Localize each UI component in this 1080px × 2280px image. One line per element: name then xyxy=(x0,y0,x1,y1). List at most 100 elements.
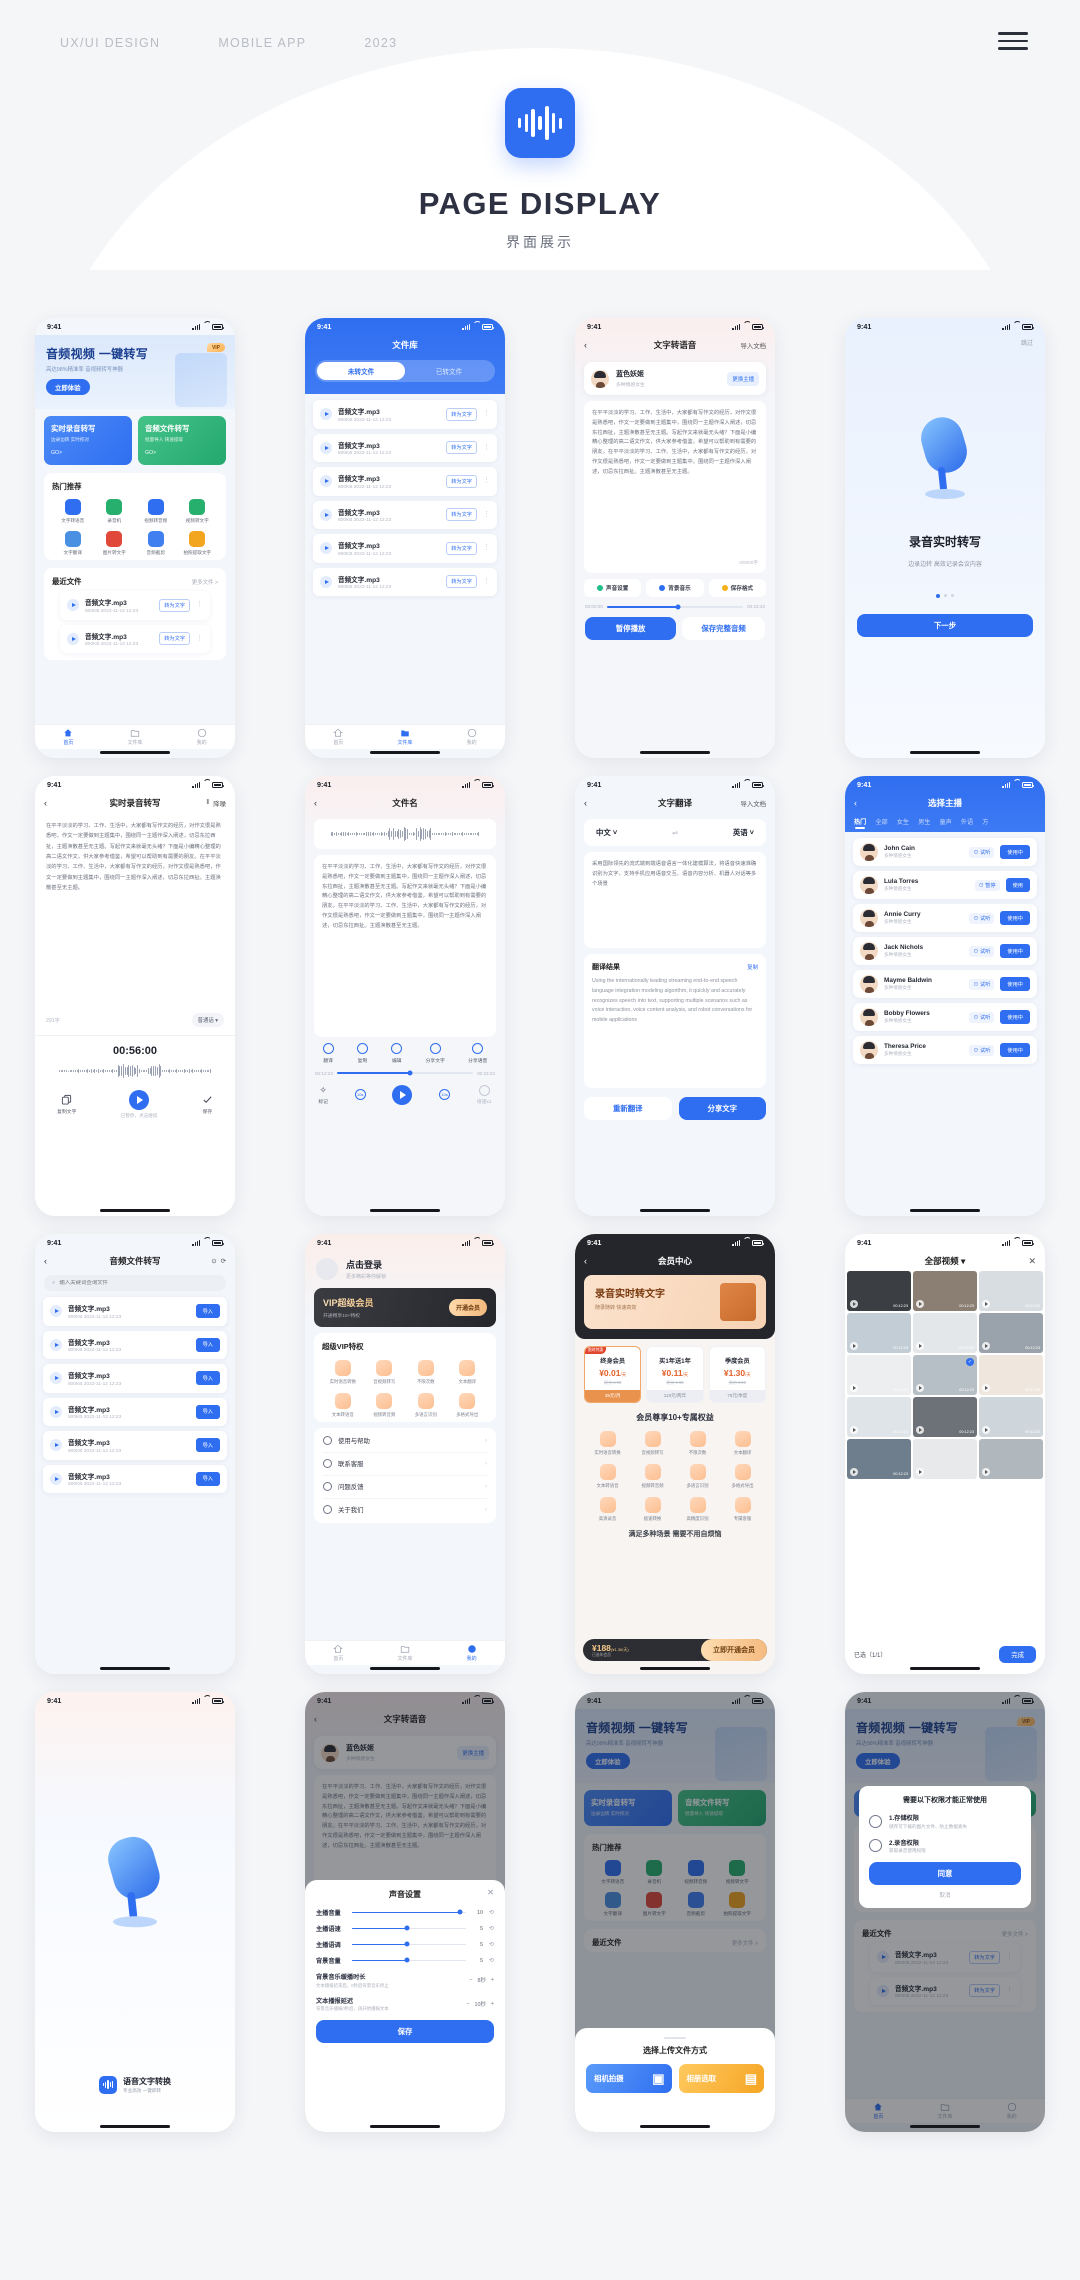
row-action-button[interactable]: 导入 xyxy=(196,1472,220,1486)
play-icon[interactable] xyxy=(50,1406,62,1418)
use-button[interactable]: 使用中 xyxy=(1000,845,1030,859)
menu-item[interactable]: 问题反馈 › xyxy=(323,1476,487,1499)
use-button[interactable]: 使用中 xyxy=(1000,944,1030,958)
tool-item[interactable]: 文字转语音 xyxy=(52,499,94,524)
voice-tab-3[interactable]: 男生 xyxy=(918,817,930,826)
reset-icon[interactable]: ⟲ xyxy=(489,1925,494,1932)
retranslate-button[interactable]: 重新翻译 xyxy=(584,1097,672,1120)
table-row[interactable]: 音频文字.mp3 800KB 2022-11-12 12:23 导入 xyxy=(43,1297,227,1326)
close-x-icon[interactable]: ✕ xyxy=(1028,1256,1036,1267)
table-row[interactable]: 音频文字.mp3 800KB 2022-11-12 12:23 导入 xyxy=(43,1398,227,1427)
video-thumb[interactable]: 00:12:23 xyxy=(979,1355,1043,1395)
tool-item[interactable]: 文字翻译 xyxy=(52,531,94,556)
question-circle-icon[interactable]: ⊙ xyxy=(211,1257,216,1265)
forward-10s-button[interactable]: 10s xyxy=(439,1089,450,1100)
table-row[interactable]: 音频文字.mp3 800KB 2022-11-12 12:23 转为文字 ⋮ xyxy=(313,501,497,530)
back-button[interactable]: ‹ xyxy=(584,798,587,808)
use-button[interactable]: 使用中 xyxy=(1000,911,1030,925)
back-button[interactable]: ‹ xyxy=(314,1714,317,1724)
table-row[interactable]: 音频文字.mp3 800KB 2022-11-12 12:23 导入 xyxy=(43,1431,227,1460)
row-action-button[interactable]: 转为文字 xyxy=(159,599,190,612)
use-button[interactable]: 使用中 xyxy=(1000,1010,1030,1024)
list-item[interactable]: Theresa Price 多种情感女生 ⊙ 试听 使用中 xyxy=(853,1036,1037,1064)
reset-icon[interactable]: ⟲ xyxy=(489,1909,494,1916)
play-icon[interactable] xyxy=(50,1305,62,1317)
back-button[interactable]: ‹ xyxy=(44,798,47,808)
speaker-card[interactable]: 蓝色妖姬 多种情感女生 更换主播 xyxy=(584,362,766,395)
open-vip-button[interactable]: 开通会员 xyxy=(449,1299,487,1316)
tab-files[interactable]: 文件库 xyxy=(102,725,169,749)
tab-home[interactable]: 首页 xyxy=(305,1641,372,1665)
tool-item[interactable]: 视频转文字 xyxy=(177,499,219,524)
play-icon[interactable] xyxy=(67,633,79,645)
action-编辑[interactable]: 编辑 xyxy=(391,1043,402,1064)
slider-row[interactable]: 主播语速 5 ⟲ xyxy=(316,1924,494,1933)
opt-bg-music[interactable]: 背景音乐 xyxy=(646,579,703,597)
save-audio-button[interactable]: 保存完整音频 xyxy=(682,617,765,640)
table-row[interactable]: 音频文字.mp3 800KB 2022-11-12 12:23 转为文字 ⋮ xyxy=(313,400,497,429)
trial-button[interactable]: ⊙ 试听 xyxy=(969,1045,994,1056)
tool-item[interactable]: 拍照提取文字 xyxy=(177,531,219,556)
back-button[interactable]: ‹ xyxy=(44,1256,47,1266)
plan-card[interactable]: 买1年送1年 ¥0.11/天 原价￥99 119元/两年 xyxy=(646,1346,703,1403)
refresh-icon[interactable]: ⟳ xyxy=(221,1257,226,1265)
more-options-icon[interactable]: ⋮ xyxy=(483,546,490,550)
video-thumb[interactable] xyxy=(979,1439,1043,1479)
video-thumb[interactable]: 00:12:23 xyxy=(847,1313,911,1353)
video-thumb[interactable]: 00:12:23 xyxy=(847,1439,911,1479)
row-action-button[interactable]: 导入 xyxy=(196,1338,220,1352)
play-icon[interactable] xyxy=(320,542,332,554)
tab-files[interactable]: 文件库 xyxy=(372,725,439,749)
sheet-handle[interactable] xyxy=(664,2037,686,2039)
row-action-button[interactable]: 转为文字 xyxy=(446,508,477,521)
album-pick-button[interactable]: 相册选取 ▤ xyxy=(679,2064,765,2093)
trial-button[interactable]: ⊙ 试听 xyxy=(969,979,994,990)
slider-row[interactable]: 主播音量 10 ⟲ xyxy=(316,1908,494,1917)
more-options-icon[interactable]: ⋮ xyxy=(483,446,490,450)
tts-text-area[interactable]: 在平平淡淡的学习、工作、生活中，大家都有写作文的经历，对作文很是熟悉吧，作文一定… xyxy=(584,401,766,573)
voice-tab-1[interactable]: 全部 xyxy=(875,817,887,826)
more-options-icon[interactable]: ⋮ xyxy=(483,412,490,416)
denoise-button[interactable]: ⫴ 降噪 xyxy=(207,799,226,808)
voice-tab-0[interactable]: 热门 xyxy=(854,817,866,826)
import-doc-button[interactable]: 导入文档 xyxy=(740,341,766,350)
tab-mine[interactable]: 我的 xyxy=(438,725,505,749)
vip-banner[interactable]: VIP超级会员 开通畅享10+特权 开通会员 xyxy=(314,1288,496,1327)
voice-tab-6[interactable]: 方 xyxy=(982,817,988,826)
video-thumb[interactable]: ✓ 00:12:23 xyxy=(913,1355,977,1395)
next-button[interactable]: 下一步 xyxy=(857,614,1033,637)
speed-button[interactable]: 倍速x1 xyxy=(477,1085,492,1106)
more-options-icon[interactable]: ⋮ xyxy=(483,513,490,517)
tool-item[interactable]: 音频截剪 xyxy=(135,531,177,556)
more-files-link[interactable]: 更多文件 > xyxy=(192,578,218,586)
row-action-button[interactable]: 导入 xyxy=(196,1371,220,1385)
back-button[interactable]: ‹ xyxy=(314,798,317,808)
row-action-button[interactable]: 转为文字 xyxy=(446,475,477,488)
reset-icon[interactable]: ⟲ xyxy=(489,1941,494,1948)
back-button[interactable]: ‹ xyxy=(854,798,857,808)
open-member-button[interactable]: 立即开通会员 xyxy=(701,1639,767,1661)
modal-overlay[interactable] xyxy=(845,1692,1045,2132)
list-item[interactable]: Annie Curry 多种情感女生 ⊙ 试听 使用中 xyxy=(853,904,1037,932)
list-item[interactable]: John Cain 多种情感女生 ⊙ 试听 使用中 xyxy=(853,838,1037,866)
increment-button[interactable]: + xyxy=(491,1977,494,1983)
playback-slider[interactable]: 00:12:23 00:23:23 xyxy=(315,1071,495,1076)
video-thumb[interactable]: 00:12:23 xyxy=(847,1355,911,1395)
save-button[interactable]: 保存 xyxy=(202,1094,213,1115)
action-分享文字[interactable]: 分享文字 xyxy=(426,1043,445,1064)
menu-item[interactable]: 联系客服 › xyxy=(323,1453,487,1476)
row-action-button[interactable]: 导入 xyxy=(196,1405,220,1419)
table-row[interactable]: 音频文字.mp3 800KB 2022-11-12 12:23 导入 xyxy=(43,1331,227,1360)
tool-item[interactable]: 图片转文字 xyxy=(94,531,136,556)
more-options-icon[interactable]: ⋮ xyxy=(483,580,490,584)
voice-tab-4[interactable]: 童声 xyxy=(940,817,952,826)
row-action-button[interactable]: 转为文字 xyxy=(446,575,477,588)
tab-mine[interactable]: 我的 xyxy=(168,725,235,749)
lang-from-select[interactable]: 中文 ˅ xyxy=(596,827,617,838)
close-icon[interactable]: ✕ xyxy=(487,1888,494,1897)
share-text-button[interactable]: 分享文字 xyxy=(679,1097,767,1120)
opt-save-format[interactable]: 保存格式 xyxy=(709,579,766,597)
slider-row[interactable]: 主播语调 5 ⟲ xyxy=(316,1940,494,1949)
trial-button[interactable]: ⊙ 试听 xyxy=(969,847,994,858)
video-thumb[interactable]: 00:12:23 xyxy=(979,1313,1043,1353)
